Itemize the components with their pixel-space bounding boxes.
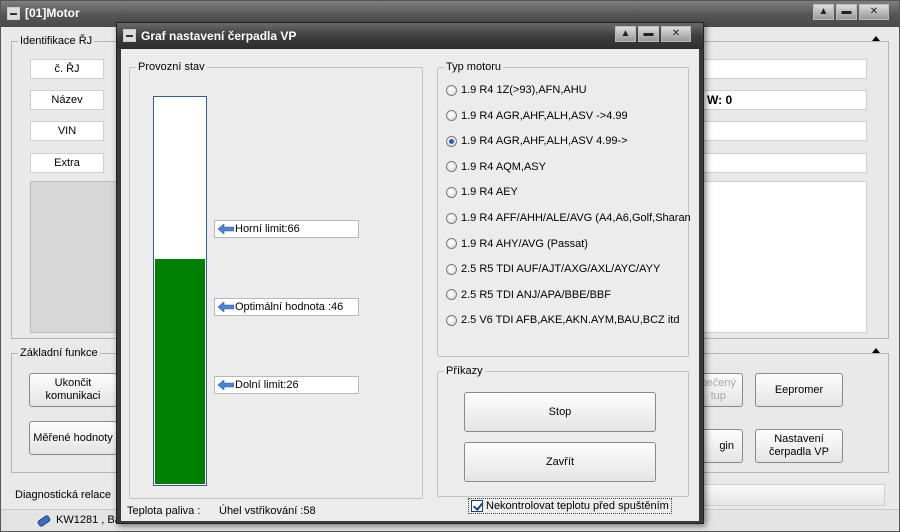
engine-type-label: 1.9 R4 AGR,AHF,ALH,ASV 4.99-> (461, 135, 628, 148)
engine-type-option[interactable]: 1.9 R4 1Z(>93),AFN,AHU (446, 82, 587, 98)
dialog-title: Graf nastavení čerpadla VP (141, 29, 297, 43)
engine-type-label: 1.9 R4 1Z(>93),AFN,AHU (461, 84, 587, 96)
radio-button[interactable] (446, 186, 457, 198)
radio-button[interactable] (446, 263, 457, 275)
pump-graph-dialog: Graf nastavení čerpadla VP ▲ ▬ ✕ Provozn… (116, 22, 704, 524)
engine-type-option[interactable]: 2.5 R5 TDI AUF/AJT/AXG/AXL/AYC/AYY (446, 261, 660, 277)
main-window-title: [01]Motor (25, 6, 80, 20)
lower-limit-marker: Dolní limit:26 (214, 376, 359, 394)
connection-icon (37, 515, 51, 527)
dialog-close-button[interactable]: ✕ (661, 26, 691, 42)
vin-field (701, 121, 867, 141)
dialog-body: Provozní stav Horní limit:66 Optimální h… (121, 49, 699, 521)
radio-button[interactable] (446, 289, 457, 301)
engine-type-label: 2.5 R5 TDI AUF/AJT/AXG/AXL/AYC/AYY (461, 263, 661, 276)
dialog-restore-button[interactable]: ▬ (638, 26, 659, 42)
engine-type-option[interactable]: 1.9 R4 AGR,AHF,ALH,ASV 4.99-> (446, 133, 628, 149)
measured-values-button[interactable]: Měřené hodnoty (29, 421, 117, 455)
basic-functions-legend: Základní funkce (18, 347, 100, 359)
fuel-temp-text: Teplota paliva : (127, 505, 201, 517)
commands-legend: Příkazy (444, 365, 485, 377)
identification-legend: Identifikace ŘJ (18, 35, 95, 47)
engine-type-label: 1.9 R4 AQM,ASY (461, 160, 546, 173)
dialog-titlebar: Graf nastavení čerpadla VP ▲ ▬ ✕ (117, 23, 703, 49)
commands-group: Příkazy Stop Zavřít Nekontrolovat teplot… (437, 365, 689, 514)
pump-settings-button[interactable]: Nastavení čerpadla VP (755, 429, 843, 463)
minimize-button[interactable]: ▲ (813, 4, 834, 20)
engine-type-label: 1.9 R4 AGR,AHF,ALH,ASV ->4.99 (461, 109, 628, 122)
radio-button[interactable] (446, 314, 457, 326)
ecu-number-field (701, 59, 867, 79)
arrow-left-icon (218, 380, 234, 390)
engine-type-label: 2.5 R5 TDI ANJ/APA/BBE/BBF (461, 288, 611, 301)
engine-type-label: 1.9 R4 AFF/AHH/ALE/AVG (A4,A6,Golf,Shara… (461, 212, 691, 224)
engine-type-legend: Typ motoru (444, 61, 504, 73)
collapse-arrow-icon[interactable] (872, 348, 880, 353)
radio-button[interactable] (446, 110, 457, 122)
engine-type-label: 1.9 R4 AEY (461, 186, 518, 199)
engine-type-label: 1.9 R4 AHY/AVG (Passat) (461, 237, 588, 250)
upper-limit-text: Horní limit:66 (235, 223, 300, 235)
engine-type-label: 2.5 V6 TDI AFB,AKE,AKN.AYM,BAU,BCZ itd (461, 314, 680, 327)
arrow-left-icon (218, 224, 234, 234)
close-button[interactable]: ✕ (859, 4, 889, 20)
engine-type-option[interactable]: 1.9 R4 AHY/AVG (Passat) (446, 236, 588, 252)
collapse-arrow-icon[interactable] (872, 36, 880, 41)
radio-button[interactable] (446, 135, 457, 147)
engine-type-option[interactable]: 1.9 R4 AGR,AHF,ALH,ASV ->4.99 (446, 108, 628, 124)
engine-type-option[interactable]: 2.5 R5 TDI ANJ/APA/BBE/BBF (446, 287, 611, 303)
extra-field (701, 153, 867, 173)
gauge-fill (155, 258, 205, 484)
dialog-menu-icon[interactable] (123, 29, 136, 42)
left-info-panel (30, 181, 120, 333)
engine-type-option[interactable]: 1.9 R4 AFF/AHH/ALE/AVG (A4,A6,Golf,Shara… (446, 210, 691, 226)
diagnostic-session-label: Diagnostická relace (15, 489, 111, 501)
dialog-status-bar: Teplota paliva : Úhel vstřikování :58 (121, 501, 699, 521)
engine-type-option[interactable]: 2.5 V6 TDI AFB,AKE,AKN.AYM,BAU,BCZ itd (446, 312, 679, 328)
radio-button[interactable] (446, 212, 457, 224)
engine-type-option[interactable]: 1.9 R4 AQM,ASY (446, 159, 546, 175)
upper-limit-marker: Horní limit:66 (214, 220, 359, 238)
arrow-left-icon (218, 302, 234, 312)
end-communication-button[interactable]: Ukončit komunikaci (29, 373, 117, 407)
ecu-number-label: č. ŘJ (30, 59, 104, 79)
stop-button[interactable]: Stop (464, 392, 656, 432)
radio-button[interactable] (446, 238, 457, 250)
right-info-panel (701, 181, 867, 333)
operating-state-legend: Provozní stav (136, 61, 207, 73)
engine-type-group: Typ motoru 1.9 R4 1Z(>93),AFN,AHU 1.9 R4 … (437, 61, 691, 357)
engine-type-option[interactable]: 1.9 R4 AEY (446, 184, 518, 200)
lower-limit-text: Dolní limit:26 (235, 379, 299, 391)
close-dialog-button[interactable]: Zavřít (464, 442, 656, 482)
optimal-value-text: Optimální hodnota :46 (235, 301, 344, 313)
name-label: Název (30, 90, 104, 110)
restore-button[interactable]: ▬ (836, 4, 857, 20)
radio-button[interactable] (446, 161, 457, 173)
injection-angle-text: Úhel vstřikování :58 (219, 505, 316, 517)
w-value: W: 0 (707, 93, 733, 107)
dialog-minimize-button[interactable]: ▲ (615, 26, 636, 42)
window-menu-icon[interactable] (7, 7, 20, 20)
eeprom-button[interactable]: Eepromer (755, 373, 843, 407)
diagnostic-session-bar (701, 484, 885, 506)
vin-label: VIN (30, 121, 104, 141)
extra-label: Extra (30, 153, 104, 173)
radio-button[interactable] (446, 84, 457, 96)
name-field: W: 0 (701, 90, 867, 110)
pump-gauge (153, 96, 207, 486)
optimal-value-marker: Optimální hodnota :46 (214, 298, 359, 316)
